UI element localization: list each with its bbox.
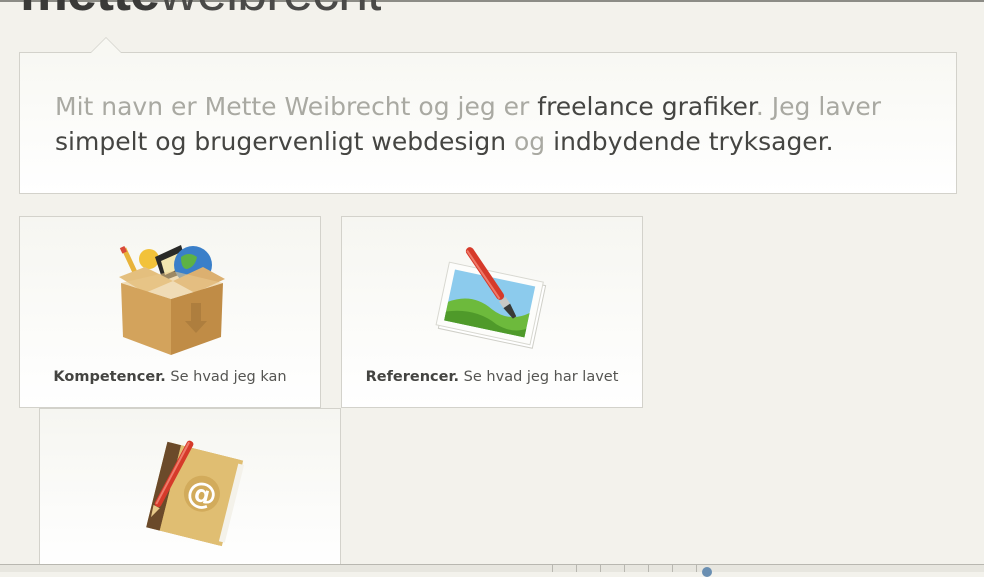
card-kontakt[interactable]: @ — [39, 408, 341, 571]
card-referencer[interactable]: Referencer. Se hvad jeg har lavet — [341, 216, 643, 408]
address-book-icon: @ — [146, 440, 245, 547]
card-subtitle: Se hvad jeg kan — [165, 369, 287, 385]
card-kompetencer[interactable]: Kompetencer. Se hvad jeg kan — [19, 216, 321, 408]
box-with-tools-icon — [119, 245, 225, 355]
intro-highlight: freelance grafiker — [537, 92, 756, 121]
logo-bold-text: mette — [20, 0, 160, 14]
intro-text: Mit navn er Mette Weibrecht og jeg er fr… — [55, 89, 935, 159]
globe-icon — [702, 567, 712, 577]
site-logo[interactable]: metteweibrecht — [20, 0, 381, 14]
card-title: Kompetencer. — [53, 369, 166, 385]
logo-light-text: weibrecht — [159, 0, 381, 14]
intro-part: . Jeg laver — [755, 92, 882, 121]
card-caption: Referencer. Se hvad jeg har lavet — [342, 369, 642, 385]
picture-with-brush-icon — [435, 247, 547, 349]
intro-period: . — [825, 127, 834, 156]
card-caption: Kompetencer. Se hvad jeg kan — [20, 369, 320, 385]
intro-box: Mit navn er Mette Weibrecht og jeg er fr… — [19, 37, 957, 194]
card-title: Referencer. — [365, 369, 460, 385]
intro-pointer-fill — [91, 38, 121, 53]
intro-highlight: indbydende tryksager — [553, 127, 826, 156]
intro-part: Mit navn er Mette Weibrecht og jeg er — [55, 92, 538, 121]
intro-part: og — [506, 127, 554, 156]
intro-highlight: simpelt og brugervenligt webdesign — [55, 127, 507, 156]
card-subtitle: Se hvad jeg har lavet — [459, 369, 619, 385]
